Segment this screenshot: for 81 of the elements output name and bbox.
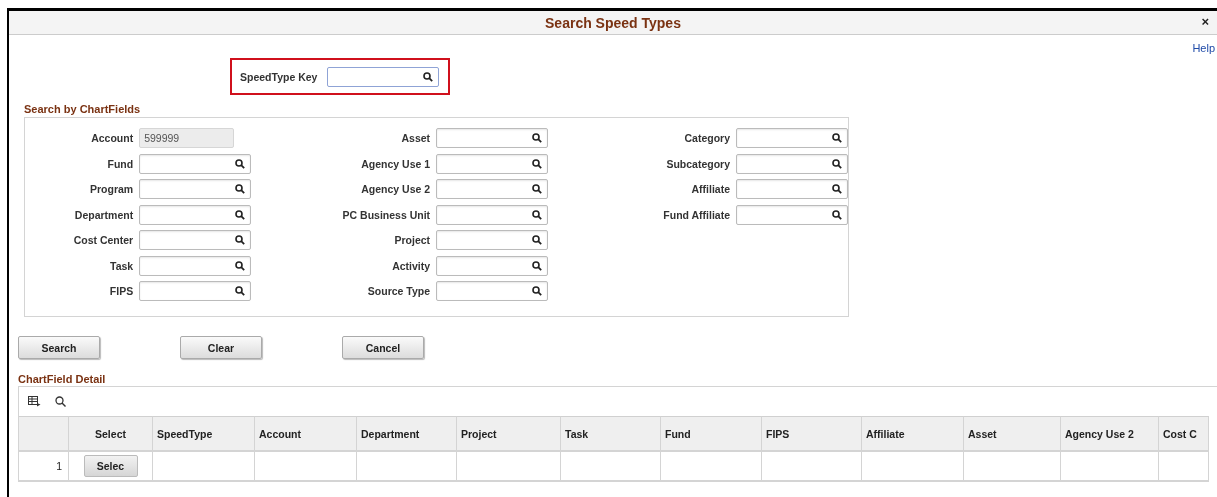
search-icon[interactable]	[832, 133, 842, 143]
lookup-field[interactable]	[436, 153, 549, 174]
search-icon[interactable]	[55, 396, 66, 407]
search-icon[interactable]	[532, 184, 543, 194]
search-icon[interactable]	[832, 209, 842, 220]
lookup-field[interactable]	[139, 179, 252, 199]
window-title: Search Speed Types	[545, 14, 681, 31]
column-header: Department	[357, 416, 457, 452]
lookup-field[interactable]	[139, 230, 252, 250]
search-icon[interactable]	[423, 71, 434, 82]
column-header: FIPS	[762, 416, 862, 452]
select-button[interactable]: Selec	[83, 455, 138, 477]
column-header: SpeedType	[153, 416, 255, 452]
lookup-field[interactable]	[736, 128, 848, 148]
search-icon[interactable]	[532, 260, 543, 271]
column-header: Cost C	[1159, 416, 1209, 452]
field-label: Activity	[392, 259, 431, 272]
search-icon[interactable]	[532, 209, 543, 220]
field-label: Category	[684, 132, 730, 144]
action-button[interactable]: Clear	[180, 336, 262, 359]
search-icon[interactable]	[235, 158, 246, 169]
column-header: Affiliate	[862, 416, 964, 452]
search-icon[interactable]	[235, 260, 246, 271]
field-label: Project	[394, 234, 431, 246]
lookup-field[interactable]	[736, 204, 848, 225]
search-icon[interactable]	[532, 133, 543, 143]
search-icon[interactable]	[832, 184, 842, 194]
close-button[interactable]: ×	[1199, 14, 1211, 29]
search-icon[interactable]	[235, 209, 246, 220]
section-title: Search by ChartFields	[24, 103, 142, 115]
speedtype-key-field[interactable]	[327, 66, 440, 87]
field-label: FIPS	[109, 285, 134, 297]
lookup-field[interactable]	[139, 281, 252, 301]
column-header: Select	[69, 416, 153, 452]
search-icon[interactable]	[532, 235, 543, 245]
column-header: Asset	[964, 416, 1061, 452]
search-icon[interactable]	[532, 158, 543, 169]
lookup-field[interactable]	[139, 153, 252, 174]
row-number: 1	[19, 452, 69, 482]
action-button[interactable]: Cancel	[342, 336, 424, 359]
lookup-field[interactable]	[436, 204, 549, 225]
field-label: Account	[91, 132, 134, 144]
table-cell	[1159, 452, 1209, 482]
field-label: Program	[89, 183, 134, 195]
field-label: SpeedType Key	[240, 70, 318, 83]
personalize-grid-icon[interactable]	[28, 396, 41, 407]
field-label: Affiliate	[691, 183, 730, 195]
lookup-field[interactable]	[436, 281, 549, 301]
field-label: Task	[110, 259, 134, 272]
search-icon[interactable]	[832, 158, 842, 169]
search-icon[interactable]	[532, 286, 543, 296]
field-label: Cost Center	[73, 234, 134, 246]
field-label: Fund Affiliate	[663, 208, 730, 221]
field-label: Department	[74, 208, 134, 221]
lookup-field[interactable]	[436, 179, 549, 199]
column-header: Agency Use 2	[1061, 416, 1159, 452]
field-label: Asset	[401, 132, 431, 144]
lookup-field[interactable]	[139, 204, 252, 225]
column-header: Task	[561, 416, 661, 452]
field-label: Agency Use 1	[361, 157, 431, 170]
account-field: 599999	[139, 128, 235, 148]
section-title: ChartField Detail	[18, 373, 107, 385]
column-header: Project	[457, 416, 561, 452]
lookup-field[interactable]	[736, 153, 848, 174]
search-icon[interactable]	[235, 286, 246, 296]
help-link[interactable]: Help	[1192, 42, 1215, 56]
lookup-field[interactable]	[139, 255, 252, 276]
search-icon[interactable]	[235, 235, 246, 245]
field-label: Subcategory	[666, 157, 730, 170]
lookup-field[interactable]	[736, 179, 848, 199]
field-label: Source Type	[367, 285, 431, 297]
field-label: PC Business Unit	[342, 208, 431, 221]
lookup-field[interactable]	[436, 255, 549, 276]
column-header: Account	[255, 416, 357, 452]
lookup-field[interactable]	[436, 128, 549, 148]
lookup-field[interactable]	[436, 230, 549, 250]
action-button[interactable]: Search	[18, 336, 100, 359]
column-header: Fund	[661, 416, 762, 452]
field-label: Fund	[107, 157, 134, 170]
field-label: Agency Use 2	[361, 183, 431, 195]
search-icon[interactable]	[235, 184, 246, 194]
